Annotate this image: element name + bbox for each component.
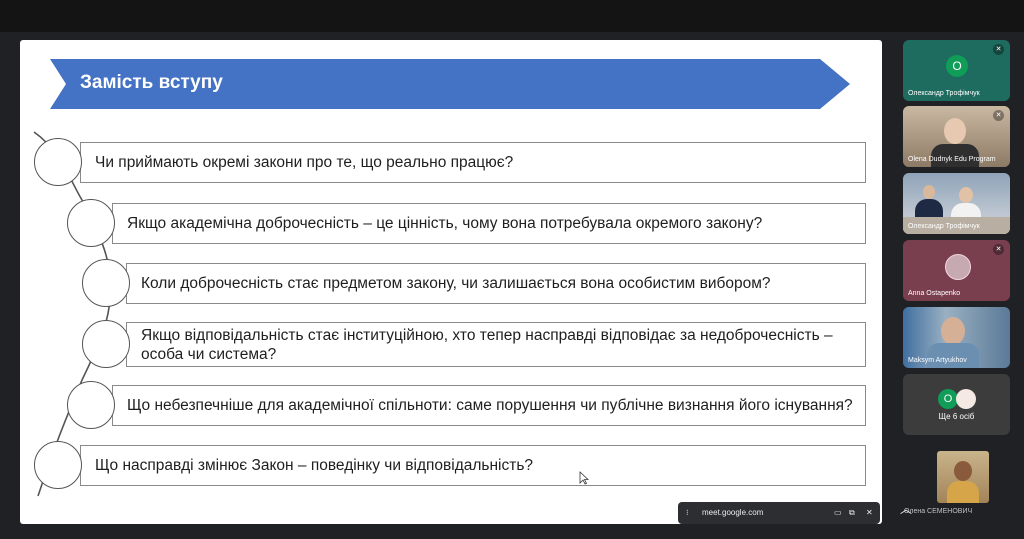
participant-name: Olena Dudnyk Edu Program — [908, 156, 996, 163]
participant-tile-1[interactable]: О ✕ Олександр Трофімчук — [903, 40, 1010, 101]
question-text-6: Що насправді змінює Закон – поведінку чи… — [95, 457, 534, 474]
bullet-circle-4 — [82, 320, 130, 368]
participant-name: Anna Ostapenko — [908, 290, 961, 297]
share-url: meet.google.com — [702, 508, 764, 517]
bullet-circle-3 — [82, 259, 130, 307]
cursor-icon — [579, 471, 589, 485]
question-text-1: Чи приймають окремі закони про те, що ре… — [95, 154, 514, 171]
stop-share-icon[interactable]: ▭ — [834, 508, 842, 517]
question-box-1: Чи приймають окремі закони про те, що ре… — [80, 142, 866, 183]
screen-share-bar: ⁝ meet.google.com ▭ ⧉ ✕ — [678, 502, 880, 524]
question-text-4: Якщо відповідальність стає інституційною… — [141, 326, 833, 363]
avatar — [956, 389, 976, 409]
bullet-circle-1 — [34, 138, 82, 186]
self-view-name: Олена СЕМЕНОВИЧ — [904, 508, 973, 515]
more-participants-tile[interactable]: О Ще 6 осіб — [903, 374, 1010, 435]
self-view-video — [937, 451, 989, 503]
question-box-2: Якщо академічна доброчесність – це цінні… — [112, 203, 866, 244]
question-box-5: Що небезпечніше для академічної спільнот… — [112, 385, 866, 426]
bullet-circle-6 — [34, 441, 82, 489]
question-box-3: Коли доброчесність стає предметом закону… — [126, 263, 866, 304]
question-text-2: Якщо академічна доброчесність – це цінні… — [127, 215, 763, 232]
close-icon[interactable]: ✕ — [866, 508, 873, 517]
mic-off-icon: ✕ — [993, 244, 1004, 255]
avatar: О — [946, 55, 968, 77]
avatar: О — [938, 389, 958, 409]
question-box-6: Що насправді змінює Закон – поведінку чи… — [80, 445, 866, 486]
participant-video — [944, 118, 966, 144]
participant-name: Олександр Трофімчук — [908, 90, 980, 97]
question-box-4: Якщо відповідальність стає інституційною… — [126, 322, 866, 367]
presentation-slide: Замість вступу Чи приймають окремі закон… — [20, 40, 882, 524]
mic-off-icon: ✕ — [993, 110, 1004, 121]
participant-tile-5[interactable]: Maksym Artyukhov — [903, 307, 1010, 368]
participant-name: Maksym Artyukhov — [908, 357, 967, 364]
more-participants-label: Ще 6 осіб — [938, 412, 975, 421]
top-bar — [0, 0, 1024, 32]
mic-off-icon: ✕ — [993, 44, 1004, 55]
caret-up-icon[interactable]: ︿ — [900, 500, 914, 516]
question-text-3: Коли доброчесність стає предметом закону… — [141, 275, 771, 292]
bullet-circle-2 — [67, 199, 115, 247]
avatar — [945, 254, 971, 280]
switch-tab-icon[interactable]: ⧉ — [849, 508, 855, 518]
bullet-circle-5 — [67, 381, 115, 429]
share-settings-icon[interactable]: ⁝ — [686, 508, 689, 517]
question-text-5: Що небезпечніше для академічної спільнот… — [127, 397, 853, 414]
participant-tile-2[interactable]: ✕ Olena Dudnyk Edu Program — [903, 106, 1010, 167]
participant-tile-3[interactable]: Олександр Трофімчук — [903, 173, 1010, 234]
participant-tile-4[interactable]: ✕ Anna Ostapenko — [903, 240, 1010, 301]
participant-name: Олександр Трофімчук — [908, 223, 980, 230]
